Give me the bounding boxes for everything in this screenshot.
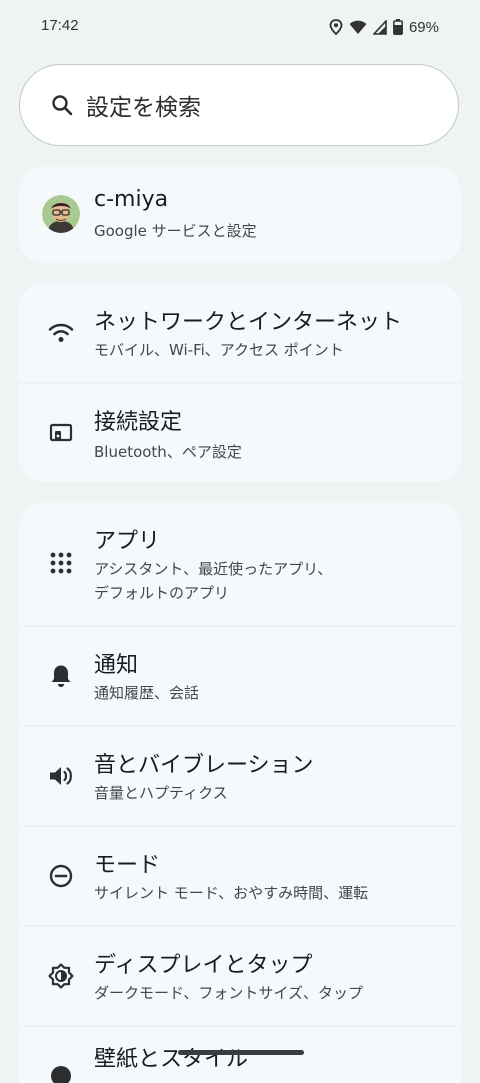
mode-icon (49, 864, 73, 888)
settings-item-modes[interactable]: モード サイレント モード、おやすみ時間、運転 (19, 827, 461, 925)
display-brightness-icon (48, 963, 74, 989)
account-card[interactable]: c-miya Google サービスと設定 (19, 167, 461, 263)
sound-title: 音とバイブレーション (94, 753, 314, 778)
network-subtitle: モバイル、Wi-Fi、アクセス ポイント (94, 341, 344, 359)
search-bar[interactable]: 設定を検索 (19, 64, 459, 146)
wallpaper-title: 壁紙とスタイル (94, 1047, 249, 1072)
apps-title: アプリ (94, 529, 161, 554)
apps-subtitle-line2: デフォルトのアプリ (94, 584, 230, 602)
status-bar: 17:42 69% (0, 0, 480, 56)
apps-grid-icon (50, 552, 72, 574)
wallpaper-icon (51, 1066, 71, 1083)
settings-item-network[interactable]: ネットワークとインターネット モバイル、Wi-Fi、アクセス ポイント (19, 284, 461, 382)
settings-item-apps[interactable]: アプリ アシスタント、最近使ったアプリ、 デフォルトのアプリ (19, 503, 461, 625)
sound-subtitle: 音量とハプティクス (94, 784, 228, 802)
modes-title: モード (94, 853, 161, 878)
notifications-title: 通知 (94, 653, 139, 678)
wifi-icon (349, 20, 367, 34)
settings-item-display[interactable]: ディスプレイとタップ ダークモード、フォントサイズ、タップ (19, 927, 461, 1025)
account-name: c-miya (94, 187, 169, 212)
modes-subtitle: サイレント モード、おやすみ時間、運転 (94, 884, 369, 902)
search-placeholder: 設定を検索 (86, 95, 201, 121)
avatar (42, 195, 80, 233)
settings-item-connected-devices[interactable]: 接続設定 Bluetooth、ペア設定 (19, 384, 461, 482)
location-icon (329, 19, 343, 35)
connected-devices-icon (49, 423, 73, 442)
connected-devices-subtitle: Bluetooth、ペア設定 (94, 443, 242, 461)
account-subtitle: Google サービスと設定 (94, 222, 257, 240)
settings-item-sound[interactable]: 音とバイブレーション 音量とハプティクス (19, 727, 461, 825)
battery-percentage: 69% (408, 18, 439, 36)
settings-group-connectivity: ネットワークとインターネット モバイル、Wi-Fi、アクセス ポイント 接続設定… (19, 284, 461, 482)
bell-icon (51, 665, 71, 687)
signal-icon (372, 19, 387, 35)
home-gesture-handle[interactable] (178, 1050, 304, 1055)
wifi-icon (48, 323, 74, 342)
notifications-subtitle: 通知履歴、会話 (94, 684, 200, 702)
battery-icon (393, 19, 403, 35)
settings-group-main: アプリ アシスタント、最近使ったアプリ、 デフォルトのアプリ 通知 通知履歴、会… (19, 503, 461, 1083)
volume-icon (50, 767, 72, 785)
display-subtitle: ダークモード、フォントサイズ、タップ (94, 984, 363, 1002)
settings-item-notifications[interactable]: 通知 通知履歴、会話 (19, 627, 461, 725)
settings-item-wallpaper[interactable]: 壁紙とスタイル (19, 1027, 461, 1083)
display-title: ディスプレイとタップ (94, 953, 313, 978)
connected-devices-title: 接続設定 (94, 410, 183, 435)
apps-subtitle-line1: アシスタント、最近使ったアプリ、 (94, 560, 333, 578)
status-icons: 69% (329, 16, 439, 38)
status-time: 17:42 (41, 17, 79, 34)
network-title: ネットワークとインターネット (94, 310, 403, 335)
search-icon (52, 95, 73, 116)
